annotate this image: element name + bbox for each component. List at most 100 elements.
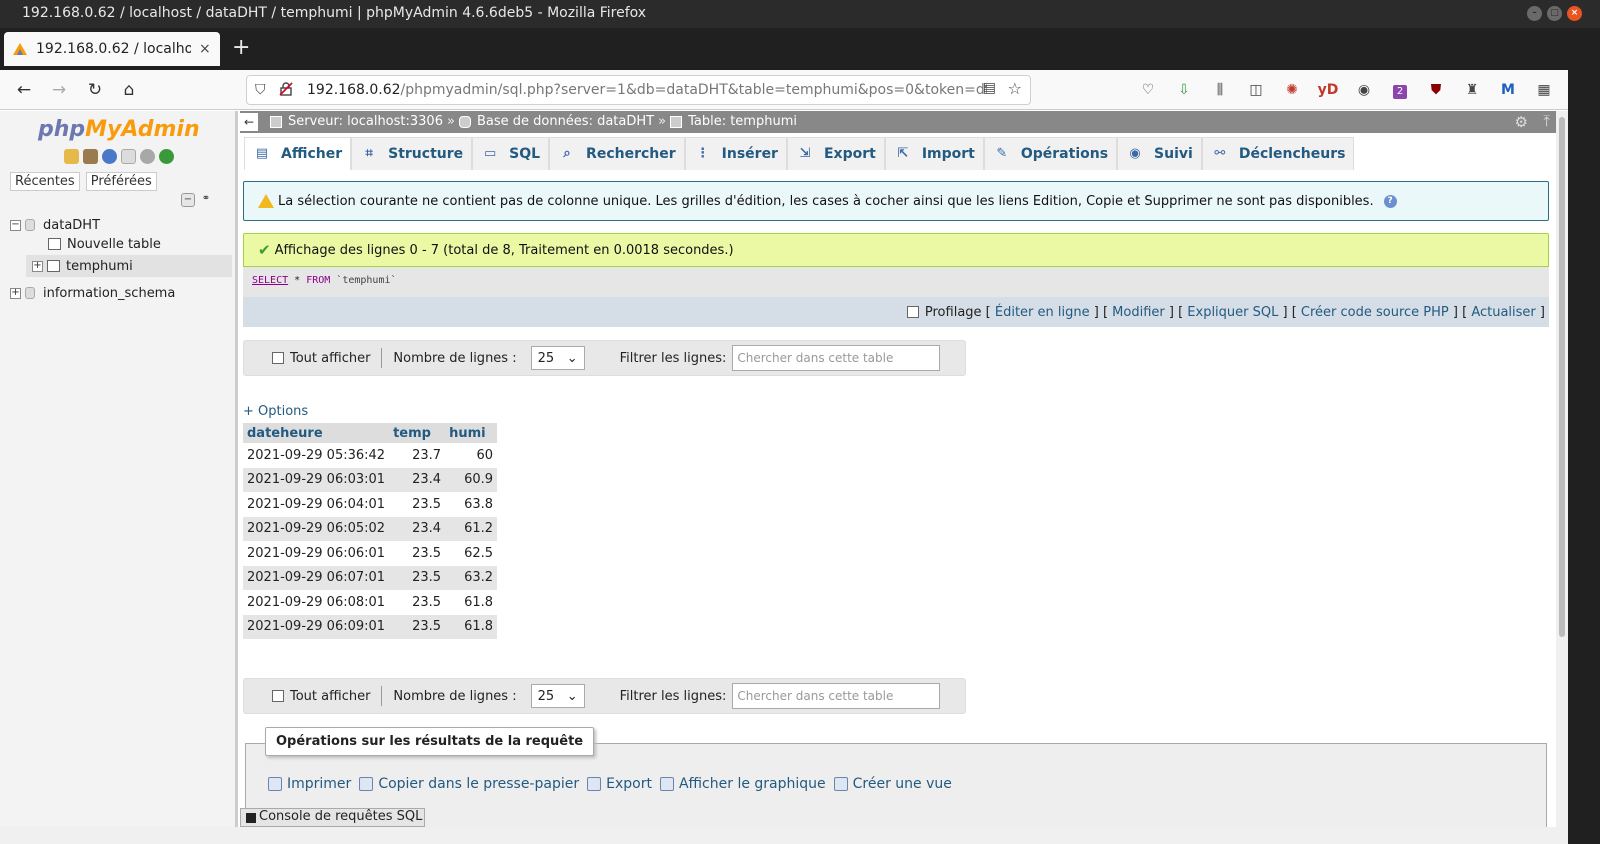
modify-link[interactable]: Modifier bbox=[1112, 305, 1165, 320]
cell-humi[interactable]: 63.2 bbox=[445, 565, 498, 590]
extension-owl-icon[interactable]: ♜ bbox=[1454, 79, 1490, 101]
cell-humi[interactable]: 61.2 bbox=[445, 516, 498, 541]
favorite-tables-button[interactable]: Préférées bbox=[85, 172, 157, 191]
tab-close-icon[interactable]: × bbox=[199, 41, 211, 57]
create-view-link[interactable]: Créer une vue bbox=[833, 776, 952, 792]
url-bar[interactable]: ⛉ 192.168.0.62/phpmyadmin/sql.php?server… bbox=[246, 75, 1031, 105]
extension-octo-icon[interactable]: ✺ bbox=[1274, 79, 1310, 101]
main-vertical-scrollbar[interactable] bbox=[1556, 111, 1568, 827]
create-php-code-link[interactable]: Créer code source PHP bbox=[1301, 305, 1449, 320]
print-link[interactable]: Imprimer bbox=[268, 776, 351, 792]
back-arrow-icon[interactable]: ← bbox=[12, 78, 36, 102]
cell-humi[interactable]: 60 bbox=[445, 443, 498, 468]
profiling-checkbox[interactable] bbox=[906, 306, 919, 318]
show-all-checkbox[interactable] bbox=[272, 690, 284, 702]
extension-badge-icon[interactable]: 2 bbox=[1382, 79, 1418, 101]
cell-humi[interactable]: 61.8 bbox=[445, 590, 498, 615]
ublock-icon[interactable]: ⛊ bbox=[1418, 79, 1454, 101]
cell-dateheure[interactable]: 2021-09-29 06:07:01 bbox=[243, 565, 390, 590]
tab-import[interactable]: ⇱ Import bbox=[884, 137, 984, 170]
show-all-checkbox[interactable] bbox=[272, 352, 284, 364]
new-tab-button[interactable]: + bbox=[232, 37, 250, 59]
cell-dateheure[interactable]: 2021-09-29 06:08:01 bbox=[243, 590, 390, 615]
tab-export[interactable]: ⇲ Export bbox=[786, 137, 885, 170]
docs-icon[interactable] bbox=[121, 149, 136, 164]
expand-icon[interactable]: + bbox=[10, 287, 21, 299]
cell-humi[interactable]: 61.8 bbox=[445, 614, 498, 639]
cell-dateheure[interactable]: 2021-09-29 06:05:02 bbox=[243, 516, 390, 541]
cell-dateheure[interactable]: 2021-09-29 06:09:01 bbox=[243, 614, 390, 639]
reload-nav-icon[interactable] bbox=[159, 149, 174, 164]
cell-dateheure[interactable]: 2021-09-29 06:03:01 bbox=[243, 467, 390, 492]
breadcrumb-database[interactable]: Base de données: dataDHT bbox=[477, 114, 654, 129]
home-icon[interactable]: ⌂ bbox=[117, 78, 141, 102]
tab-operations[interactable]: ✎ Opérations bbox=[983, 137, 1118, 170]
column-header-humi[interactable]: humi bbox=[445, 423, 498, 443]
refresh-link[interactable]: Actualiser bbox=[1471, 305, 1535, 320]
cell-humi[interactable]: 62.5 bbox=[445, 541, 498, 566]
tree-db-information-schema[interactable]: + information_schema bbox=[10, 282, 175, 304]
collapse-all-icon[interactable]: − bbox=[181, 193, 195, 207]
tab-structure[interactable]: ⌗ Structure bbox=[351, 137, 473, 170]
cell-temp[interactable]: 23.5 bbox=[389, 492, 446, 517]
logout-icon[interactable] bbox=[83, 149, 98, 164]
browser-tab[interactable]: 192.168.0.62 / localhost / dataDHT / tem… bbox=[4, 32, 220, 66]
export-link[interactable]: Export bbox=[587, 776, 652, 792]
library-icon[interactable]: ⫼ bbox=[1202, 79, 1238, 101]
settings-gear-icon[interactable]: ⚙ bbox=[1515, 113, 1528, 131]
pocket-icon[interactable]: ♡ bbox=[1130, 79, 1166, 101]
forward-arrow-icon[interactable]: → bbox=[47, 78, 71, 102]
url-text[interactable]: 192.168.0.62/phpmyadmin/sql.php?server=1… bbox=[307, 82, 987, 98]
sql-console-toggle[interactable]: Console de requêtes SQL bbox=[240, 808, 425, 827]
shield-icon[interactable]: ⛉ bbox=[255, 82, 266, 98]
cell-dateheure[interactable]: 2021-09-29 05:36:42 bbox=[243, 443, 390, 468]
tree-table-temphumi[interactable]: + temphumi bbox=[26, 255, 232, 277]
cell-humi[interactable]: 60.9 bbox=[445, 467, 498, 492]
extension-m-icon[interactable]: M bbox=[1490, 79, 1526, 101]
yd-extension-icon[interactable]: yD bbox=[1310, 79, 1346, 101]
bookmark-star-icon[interactable]: ☆ bbox=[1008, 79, 1022, 98]
tree-new-table[interactable]: Nouvelle table bbox=[48, 233, 161, 255]
tab-declencheurs[interactable]: ⚯ Déclencheurs bbox=[1201, 137, 1355, 170]
copy-clipboard-link[interactable]: Copier dans le presse-papier bbox=[359, 776, 579, 792]
tab-suivi[interactable]: ◉ Suivi bbox=[1117, 137, 1202, 170]
apps-grid-icon[interactable]: ▦ bbox=[1526, 79, 1562, 101]
reload-icon[interactable]: ↻ bbox=[83, 78, 107, 102]
cell-humi[interactable]: 63.8 bbox=[445, 492, 498, 517]
column-header-dateheure[interactable]: dateheure bbox=[243, 423, 390, 443]
collapse-top-menu-icon[interactable]: ⤒ bbox=[1543, 112, 1550, 130]
cell-temp[interactable]: 23.4 bbox=[389, 467, 446, 492]
explain-sql-link[interactable]: Expliquer SQL bbox=[1187, 305, 1278, 320]
help-icon[interactable]: ? bbox=[1383, 194, 1397, 208]
cell-temp[interactable]: 23.5 bbox=[389, 565, 446, 590]
collapse-nav-arrow-icon[interactable]: ← bbox=[240, 113, 258, 131]
recent-tables-button[interactable]: Récentes bbox=[10, 172, 80, 191]
reader-view-icon[interactable]: ▤ bbox=[983, 80, 996, 96]
cell-temp[interactable]: 23.4 bbox=[389, 516, 446, 541]
settings-gear-icon[interactable] bbox=[140, 149, 155, 164]
options-link[interactable]: + Options bbox=[243, 404, 308, 419]
rows-count-select[interactable]: 25 ⌄ bbox=[530, 346, 585, 370]
breadcrumb-table[interactable]: Table: temphumi bbox=[688, 114, 797, 129]
rows-count-select[interactable]: 25 ⌄ bbox=[530, 684, 585, 708]
cell-temp[interactable]: 23.7 bbox=[389, 443, 446, 468]
cell-dateheure[interactable]: 2021-09-29 06:04:01 bbox=[243, 492, 390, 517]
home-icon[interactable] bbox=[64, 149, 79, 164]
filter-rows-input[interactable]: Chercher dans cette table bbox=[732, 345, 941, 371]
scrollbar-thumb[interactable] bbox=[1559, 117, 1565, 637]
extension-dial-icon[interactable]: ◉ bbox=[1346, 79, 1382, 101]
maximize-button[interactable]: □ bbox=[1547, 6, 1562, 21]
insecure-lock-icon[interactable] bbox=[279, 82, 293, 96]
cell-temp[interactable]: 23.5 bbox=[389, 614, 446, 639]
pma-logo[interactable]: phpMyAdmin bbox=[38, 117, 200, 142]
cell-dateheure[interactable]: 2021-09-29 06:06:01 bbox=[243, 541, 390, 566]
tab-afficher[interactable]: ▤ Afficher bbox=[244, 137, 352, 170]
tab-sql[interactable]: ▭ SQL bbox=[472, 137, 550, 170]
collapse-icon[interactable]: − bbox=[10, 219, 21, 231]
help-icon[interactable] bbox=[102, 149, 117, 164]
cell-temp[interactable]: 23.5 bbox=[389, 590, 446, 615]
filter-rows-input[interactable]: Chercher dans cette table bbox=[732, 683, 941, 709]
tab-inserer[interactable]: ⋮ Insérer bbox=[684, 137, 787, 170]
sql-keyword-select[interactable]: SELECT bbox=[252, 275, 288, 286]
link-with-main-icon[interactable]: ⚭ bbox=[199, 193, 213, 207]
